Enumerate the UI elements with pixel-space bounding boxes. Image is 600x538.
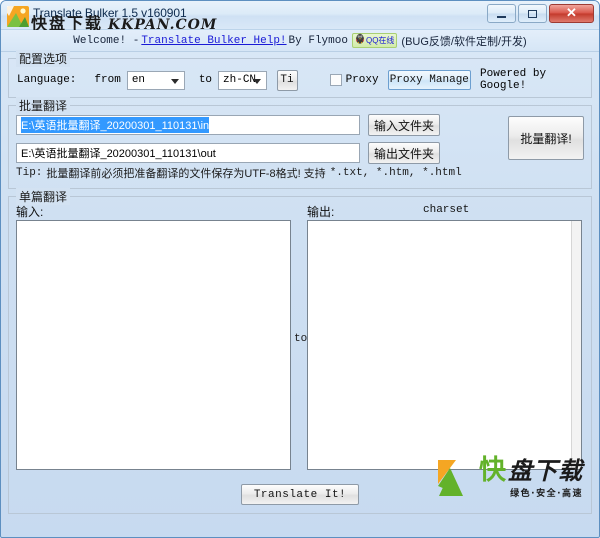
tip-text: 批量翻译前必须把准备翻译的文件保存为UTF-8格式! 支持: [46, 167, 326, 180]
chevron-down-icon: [170, 78, 179, 84]
app-icon: [7, 6, 29, 27]
output-label: 输出:: [307, 205, 335, 219]
proxy-manage-button[interactable]: Proxy Manage: [387, 70, 472, 90]
charset-label: charset: [423, 204, 470, 216]
run-batch-translate-button[interactable]: 批量翻译!: [508, 116, 584, 160]
config-options-group: 配置选项 Language: from en to zh-CN Ti Proxy: [8, 50, 592, 98]
welcome-greeting: Welcome! -: [73, 34, 140, 47]
powered-by-label: Powered by Google!: [480, 68, 547, 92]
batch-group-title: 批量翻译: [16, 97, 71, 114]
minimize-button[interactable]: [487, 4, 516, 23]
proxy-checkbox[interactable]: [329, 74, 342, 86]
chevron-down-icon: [252, 78, 261, 84]
direction-separator-label: to: [294, 333, 308, 345]
batch-translate-group: 批量翻译 E:\英语批量翻译_20200301_110131\in 输入文件夹 …: [8, 97, 592, 189]
source-text-area[interactable]: [16, 220, 291, 470]
window-title: Translate Bulker 1.5 v160901: [33, 6, 187, 20]
io-label-row: 输入: 输出: charset: [15, 203, 585, 220]
close-button[interactable]: ✕: [549, 4, 594, 23]
maximize-icon: [528, 9, 537, 18]
tip-prefix: Tip:: [16, 166, 43, 179]
to-label: to: [198, 74, 213, 86]
target-language-value: zh-CN: [223, 74, 257, 86]
source-language-value: en: [131, 74, 146, 86]
io-area: to: [15, 220, 585, 470]
output-folder-field[interactable]: E:\英语批量翻译_20200301_110131\out: [16, 143, 360, 163]
source-language-select[interactable]: en: [126, 70, 185, 90]
qq-badge-label: QQ在线: [365, 35, 395, 45]
choose-input-folder-button[interactable]: 输入文件夹: [368, 114, 440, 136]
choose-output-folder-button[interactable]: 输出文件夹: [368, 142, 440, 164]
help-link[interactable]: Translate Bulker Help!: [141, 35, 286, 47]
single-inner: 输入: 输出: charset to Translate It!: [15, 203, 585, 507]
from-label: from: [94, 74, 121, 86]
application-window: Translate Bulker 1.5 v160901 快盘下载 KKPAN.…: [0, 0, 600, 538]
config-group-title: 配置选项: [16, 50, 71, 67]
result-scrollbar[interactable]: [571, 221, 581, 469]
client-area: 配置选项 Language: from en to zh-CN Ti Proxy: [1, 50, 599, 537]
output-folder-value: E:\英语批量翻译_20200301_110131\out: [21, 148, 216, 160]
welcome-author: By Flymoo: [288, 34, 348, 47]
single-translate-group: 单篇翻译 输入: 输出: charset to Translate It! 快 …: [8, 188, 592, 514]
qq-online-badge[interactable]: QQ在线: [351, 33, 398, 48]
config-row: Language: from en to zh-CN Ti Proxy Prox…: [17, 68, 583, 92]
result-text-area[interactable]: [307, 220, 582, 470]
target-language-select[interactable]: zh-CN: [218, 70, 267, 90]
batch-tip-bar: Tip: 批量翻译前必须把准备翻译的文件保存为UTF-8格式! 支持 *.txt…: [16, 164, 584, 181]
ti-button[interactable]: Ti: [276, 69, 298, 91]
input-label: 输入:: [16, 205, 44, 219]
tip-formats: *.txt, *.htm, *.html: [329, 166, 462, 179]
maximize-button[interactable]: [518, 4, 547, 23]
input-path-row: E:\英语批量翻译_20200301_110131\in 输入文件夹: [16, 114, 584, 136]
welcome-note: (BUG反馈/软件定制/开发): [401, 35, 527, 48]
batch-inner: E:\英语批量翻译_20200301_110131\in 输入文件夹 E:\英语…: [16, 114, 584, 170]
window-controls: ✕: [487, 4, 594, 23]
output-path-row: E:\英语批量翻译_20200301_110131\out 输出文件夹: [16, 142, 584, 164]
proxy-checkbox-wrap[interactable]: Proxy: [329, 74, 379, 86]
title-bar: Translate Bulker 1.5 v160901 快盘下载 KKPAN.…: [1, 1, 599, 33]
qq-penguin-icon: [355, 33, 365, 48]
proxy-label: Proxy: [345, 74, 379, 86]
input-folder-value: E:\英语批量翻译_20200301_110131\in: [21, 117, 210, 133]
language-label: Language:: [17, 74, 77, 86]
welcome-bar: Welcome! - Translate Bulker Help! By Fly…: [1, 30, 599, 52]
input-folder-field[interactable]: E:\英语批量翻译_20200301_110131\in: [16, 115, 360, 135]
translate-it-button[interactable]: Translate It!: [241, 484, 359, 505]
minimize-icon: [497, 15, 506, 18]
